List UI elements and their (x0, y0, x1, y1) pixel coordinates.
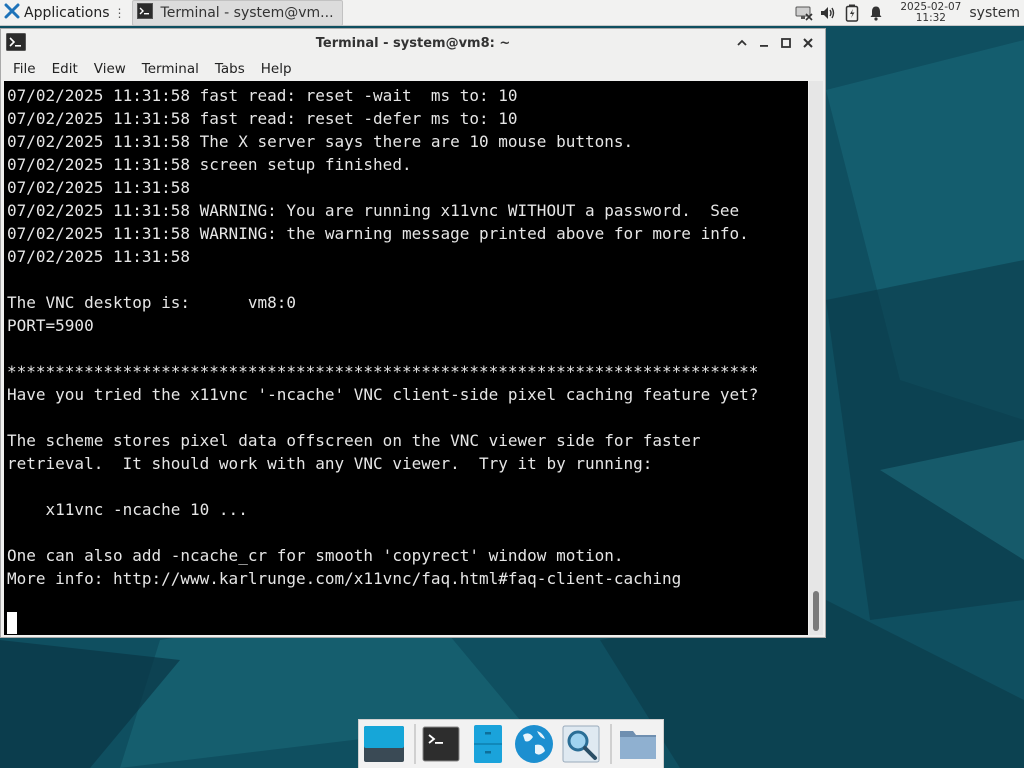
volume-icon[interactable] (818, 3, 838, 23)
user-menu[interactable]: system (969, 5, 1020, 21)
terminal-icon[interactable] (6, 33, 26, 51)
terminal-line: 07/02/2025 11:31:58 fast read: reset -wa… (7, 86, 518, 105)
menu-file[interactable]: File (5, 61, 44, 77)
top-panel: Applications ⋮ Terminal - system@vm... 2… (0, 0, 1024, 26)
menubar: File Edit View Terminal Tabs Help (1, 57, 825, 81)
terminal-lines: 07/02/2025 11:31:58 fast read: reset -wa… (7, 84, 758, 590)
notifications-bell-icon[interactable] (866, 3, 886, 23)
terminal-line: 07/02/2025 11:31:58 fast read: reset -de… (7, 109, 518, 128)
window-title: Terminal - system@vm8: ~ (315, 35, 511, 51)
system-tray: 2025-02-07 11:32 system (792, 0, 1024, 26)
home-folder-icon[interactable] (616, 722, 659, 766)
scrollbar-thumb[interactable] (813, 591, 819, 631)
terminal-line: Have you tried the x11vnc '-ncache' VNC … (7, 385, 759, 404)
dock-separator (610, 724, 613, 764)
terminal-line: 07/02/2025 11:31:58 (7, 178, 191, 197)
terminal-line: The VNC desktop is: vm8:0 (7, 293, 296, 312)
terminal-line: x11vnc -ncache 10 ... (7, 500, 248, 519)
taskbar-terminal-label: Terminal - system@vm... (160, 4, 334, 21)
menu-terminal[interactable]: Terminal (134, 61, 207, 77)
shade-button[interactable] (731, 33, 753, 53)
clock-date: 2025-02-07 (900, 0, 962, 13)
menu-help[interactable]: Help (253, 61, 300, 77)
terminal-line: One can also add -ncache_cr for smooth '… (7, 546, 624, 565)
app-finder-icon[interactable] (560, 722, 603, 766)
clock[interactable]: 2025-02-07 11:32 (900, 0, 962, 24)
terminal-line: retrieval. It should work with any VNC v… (7, 454, 653, 473)
terminal-window: Terminal - system@vm8: ~ File Edit View … (0, 28, 826, 638)
clock-time: 11:32 (915, 11, 946, 24)
web-browser-icon[interactable] (513, 722, 556, 766)
applications-label: Applications (24, 4, 110, 21)
terminal-scrollbar[interactable] (809, 81, 823, 635)
battery-icon[interactable] (842, 3, 862, 23)
menu-view[interactable]: View (86, 61, 134, 77)
terminal-line: PORT=5900 (7, 316, 94, 335)
terminal-cursor (7, 612, 17, 634)
window-titlebar[interactable]: Terminal - system@vm8: ~ (1, 29, 825, 57)
xfce-logo-icon (4, 3, 20, 23)
terminal-output[interactable]: 07/02/2025 11:31:58 fast read: reset -wa… (4, 81, 808, 635)
terminal-line: More info: http://www.karlrunge.com/x11v… (7, 569, 682, 588)
terminal-line: 07/02/2025 11:31:58 WARNING: You are run… (7, 201, 740, 220)
network-icon[interactable] (794, 3, 814, 23)
panel-separator: ⋮ (113, 5, 126, 20)
dock (358, 719, 664, 768)
chevron-up-icon (737, 39, 747, 46)
terminal-icon[interactable] (420, 722, 463, 766)
menu-edit[interactable]: Edit (44, 61, 86, 77)
maximize-button[interactable] (775, 33, 797, 53)
terminal-line: ****************************************… (7, 362, 759, 381)
dock-separator (413, 724, 416, 764)
minimize-button[interactable] (753, 33, 775, 53)
maximize-icon (781, 38, 791, 48)
show-desktop-icon[interactable] (363, 722, 406, 766)
window-controls (731, 33, 819, 53)
taskbar-terminal-button[interactable]: Terminal - system@vm... (131, 0, 343, 26)
terminal-line: 07/02/2025 11:31:58 The X server says th… (7, 132, 634, 151)
terminal-icon (136, 2, 153, 23)
terminal-line: 07/02/2025 11:31:58 WARNING: the warning… (7, 224, 749, 243)
minimize-icon (760, 45, 768, 47)
terminal-line: 07/02/2025 11:31:58 screen setup finishe… (7, 155, 412, 174)
close-icon (803, 38, 813, 48)
applications-menu-button[interactable]: Applications ⋮ (0, 0, 130, 26)
menu-tabs[interactable]: Tabs (207, 61, 253, 77)
terminal-line: 07/02/2025 11:31:58 (7, 247, 191, 266)
close-button[interactable] (797, 33, 819, 53)
terminal-line: The scheme stores pixel data offscreen o… (7, 431, 701, 450)
file-cabinet-icon[interactable] (466, 722, 509, 766)
